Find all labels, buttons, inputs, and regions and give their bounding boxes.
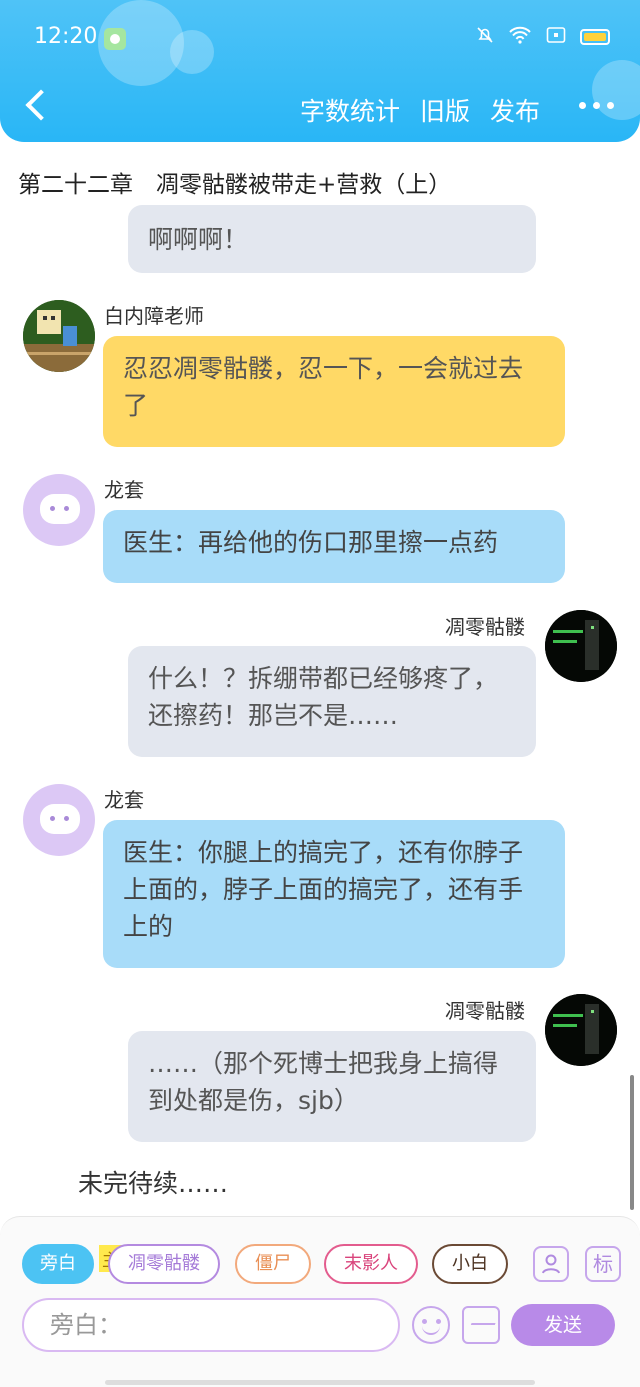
battery-icon — [580, 29, 610, 45]
sender-name: 白内障老师 — [104, 304, 204, 328]
image-icon[interactable] — [462, 1306, 500, 1344]
scrollbar[interactable] — [630, 1075, 634, 1210]
person-icon[interactable] — [533, 1246, 569, 1282]
avatar[interactable] — [545, 610, 617, 682]
role-chip-enderman[interactable]: 末影人 — [324, 1244, 418, 1284]
message-text: 医生：再给他的伤口那里擦一点药 — [123, 528, 499, 557]
sender-name: 凋零骷髅 — [445, 999, 525, 1023]
home-indicator[interactable] — [105, 1380, 535, 1385]
message-text: 什么！？拆绷带都已经够疼了，还擦药！那岂不是…… — [148, 664, 499, 730]
role-chip-zombie[interactable]: 僵尸 — [235, 1244, 311, 1284]
wifi-icon — [508, 26, 532, 48]
sender-name: 凋零骷髅 — [445, 615, 525, 639]
header-actions: 字数统计 旧版 发布 — [300, 92, 540, 128]
more-icon[interactable] — [579, 102, 614, 109]
app-notification-icon — [104, 28, 126, 50]
old-version-button[interactable]: 旧版 — [420, 92, 470, 128]
header-decoration — [170, 30, 214, 74]
avatar[interactable] — [23, 474, 95, 546]
message-bubble[interactable]: 忍忍凋零骷髅，忍一下，一会就过去了 — [103, 336, 565, 447]
avatar[interactable] — [23, 300, 95, 372]
message-bubble[interactable]: 医生：你腿上的搞完了，还有你脖子上面的，脖子上面的搞完了，还有手上的 — [103, 820, 565, 968]
tag-button[interactable]: 标 — [585, 1246, 621, 1282]
word-count-button[interactable]: 字数统计 — [300, 92, 400, 128]
message-text: 忍忍凋零骷髅，忍一下，一会就过去了 — [123, 354, 524, 420]
message-bubble[interactable]: 什么！？拆绷带都已经够疼了，还擦药！那岂不是…… — [128, 646, 536, 757]
message-input[interactable]: 旁白： — [22, 1298, 400, 1352]
header: 12:20 字数统计 旧版 发布 — [0, 0, 640, 142]
sender-name: 龙套 — [104, 478, 144, 502]
status-icons — [476, 26, 610, 48]
message-text: ……（那个死博士把我身上搞得到处都是伤，sjb） — [148, 1049, 499, 1115]
message-bubble[interactable]: 医生：再给他的伤口那里擦一点药 — [103, 510, 565, 583]
back-icon[interactable] — [22, 88, 50, 124]
message-text: 医生：你腿上的搞完了，还有你脖子上面的，脖子上面的搞完了，还有手上的 — [123, 838, 524, 941]
role-chip-xiaobai[interactable]: 小白 — [432, 1244, 508, 1284]
chapter-title: 第二十二章 凋零骷髅被带走+营救（上） — [18, 172, 452, 198]
avatar[interactable] — [23, 784, 95, 856]
role-chip-narration[interactable]: 旁白 — [22, 1244, 94, 1284]
message-bubble[interactable]: ……（那个死博士把我身上搞得到处都是伤，sjb） — [128, 1031, 536, 1142]
message-text: 啊啊啊！ — [148, 225, 249, 254]
emoji-icon[interactable] — [412, 1306, 450, 1344]
header-decoration — [592, 60, 640, 120]
bell-off-icon — [476, 26, 494, 48]
send-button[interactable]: 发送 — [511, 1304, 615, 1346]
message-bubble[interactable]: 啊啊啊！ — [128, 205, 536, 273]
role-chip-wither-skeleton[interactable]: 凋零骷髅 — [108, 1244, 220, 1284]
sender-name: 龙套 — [104, 788, 144, 812]
status-time: 12:20 — [34, 24, 98, 49]
avatar[interactable] — [545, 994, 617, 1066]
publish-button[interactable]: 发布 — [490, 92, 540, 128]
screen-icon — [546, 26, 566, 48]
end-text: 未完待续…… — [78, 1169, 229, 1198]
